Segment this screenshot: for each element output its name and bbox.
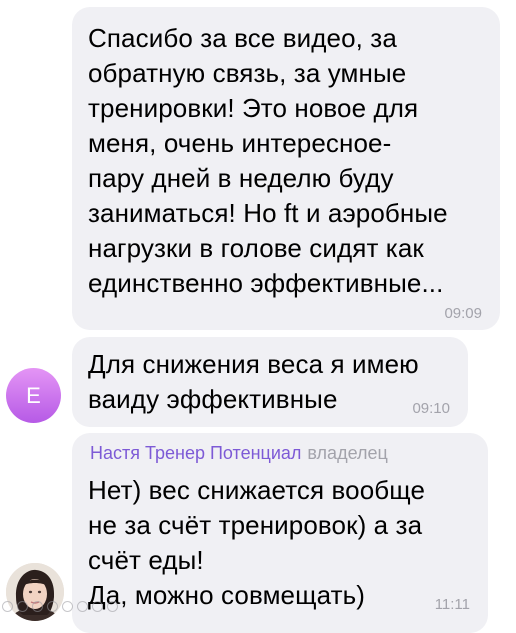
message-text: Нет) вес снижается вообще не за счёт тре… — [88, 475, 426, 610]
sender-name[interactable]: Настя Тренер Потенциал — [90, 443, 301, 463]
message-bubble[interactable]: Спасибо за все видео, за обратную связь,… — [72, 7, 500, 330]
message-time: 11:11 — [434, 596, 470, 613]
message-text: Спасибо за все видео, за обратную связь,… — [88, 23, 448, 298]
avatar[interactable]: E — [6, 368, 61, 423]
message-time: 09:09 — [444, 305, 482, 322]
message-text: Для снижения веса я имею ваиду эффективн… — [88, 349, 419, 414]
avatar[interactable] — [6, 563, 64, 621]
message-time: 09:10 — [412, 400, 450, 417]
message-bubble[interactable]: Для снижения веса я имею ваиду эффективн… — [72, 337, 468, 427]
sender-header: Настя Тренер Потенциал владелец — [90, 443, 388, 464]
avatar-letter: E — [26, 382, 41, 408]
user-photo-icon — [6, 563, 64, 621]
message-bubble[interactable]: Настя Тренер Потенциал владелец Нет) вес … — [72, 433, 488, 633]
sender-role-badge: владелец — [307, 443, 388, 463]
